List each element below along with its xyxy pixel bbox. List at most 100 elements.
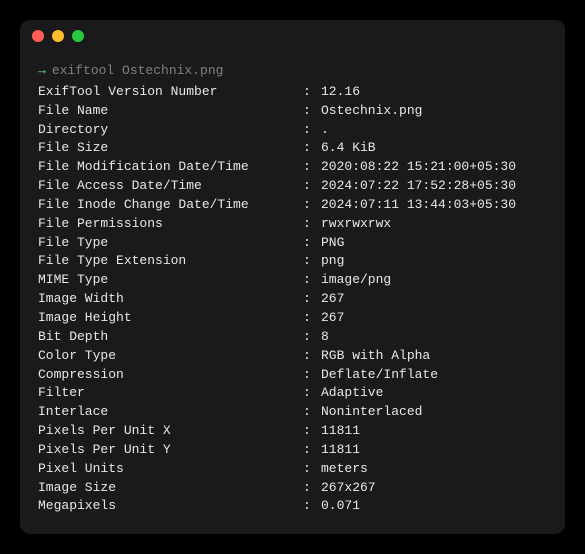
colon-separator: : xyxy=(303,479,321,498)
metadata-label: File Inode Change Date/Time xyxy=(38,196,303,215)
output-row: Filter: Adaptive xyxy=(38,384,547,403)
metadata-value: 8 xyxy=(321,328,547,347)
colon-separator: : xyxy=(303,196,321,215)
metadata-label: File Type xyxy=(38,234,303,253)
metadata-label: Image Height xyxy=(38,309,303,328)
metadata-label: Pixels Per Unit X xyxy=(38,422,303,441)
metadata-label: Image Width xyxy=(38,290,303,309)
colon-separator: : xyxy=(303,460,321,479)
metadata-label: File Type Extension xyxy=(38,252,303,271)
output-row: Pixels Per Unit Y: 11811 xyxy=(38,441,547,460)
output-row: Megapixels: 0.071 xyxy=(38,497,547,516)
colon-separator: : xyxy=(303,177,321,196)
colon-separator: : xyxy=(303,497,321,516)
metadata-label: Compression xyxy=(38,366,303,385)
metadata-label: MIME Type xyxy=(38,271,303,290)
titlebar xyxy=(20,20,565,52)
metadata-label: Directory xyxy=(38,121,303,140)
output-container: ExifTool Version Number: 12.16File Name:… xyxy=(38,83,547,516)
metadata-value: 267x267 xyxy=(321,479,547,498)
metadata-label: Pixel Units xyxy=(38,460,303,479)
metadata-value: 12.16 xyxy=(321,83,547,102)
colon-separator: : xyxy=(303,271,321,290)
metadata-label: File Size xyxy=(38,139,303,158)
colon-separator: : xyxy=(303,422,321,441)
colon-separator: : xyxy=(303,366,321,385)
minimize-icon[interactable] xyxy=(52,30,64,42)
colon-separator: : xyxy=(303,215,321,234)
output-row: Compression: Deflate/Inflate xyxy=(38,366,547,385)
metadata-value: Adaptive xyxy=(321,384,547,403)
colon-separator: : xyxy=(303,347,321,366)
metadata-label: File Access Date/Time xyxy=(38,177,303,196)
metadata-value: 0.071 xyxy=(321,497,547,516)
output-row: File Modification Date/Time: 2020:08:22 … xyxy=(38,158,547,177)
colon-separator: : xyxy=(303,234,321,253)
metadata-value: . xyxy=(321,121,547,140)
metadata-value: image/png xyxy=(321,271,547,290)
metadata-value: 11811 xyxy=(321,441,547,460)
metadata-value: PNG xyxy=(321,234,547,253)
metadata-label: File Modification Date/Time xyxy=(38,158,303,177)
metadata-value: Noninterlaced xyxy=(321,403,547,422)
metadata-value: 267 xyxy=(321,309,547,328)
output-row: Image Width: 267 xyxy=(38,290,547,309)
output-row: ExifTool Version Number: 12.16 xyxy=(38,83,547,102)
metadata-value: 2020:08:22 15:21:00+05:30 xyxy=(321,158,547,177)
metadata-label: File Name xyxy=(38,102,303,121)
metadata-label: Pixels Per Unit Y xyxy=(38,441,303,460)
terminal-body[interactable]: → exiftool Ostechnix.png ExifTool Versio… xyxy=(20,52,565,534)
colon-separator: : xyxy=(303,290,321,309)
output-row: File Type: PNG xyxy=(38,234,547,253)
output-row: Color Type: RGB with Alpha xyxy=(38,347,547,366)
metadata-label: Megapixels xyxy=(38,497,303,516)
metadata-label: Filter xyxy=(38,384,303,403)
terminal-window: → exiftool Ostechnix.png ExifTool Versio… xyxy=(20,20,565,534)
colon-separator: : xyxy=(303,139,321,158)
metadata-label: Bit Depth xyxy=(38,328,303,347)
output-row: MIME Type: image/png xyxy=(38,271,547,290)
metadata-value: RGB with Alpha xyxy=(321,347,547,366)
metadata-value: png xyxy=(321,252,547,271)
metadata-label: Color Type xyxy=(38,347,303,366)
colon-separator: : xyxy=(303,441,321,460)
maximize-icon[interactable] xyxy=(72,30,84,42)
metadata-value: rwxrwxrwx xyxy=(321,215,547,234)
output-row: Bit Depth: 8 xyxy=(38,328,547,347)
prompt-line: → exiftool Ostechnix.png xyxy=(38,62,547,81)
output-row: Interlace: Noninterlaced xyxy=(38,403,547,422)
output-row: Directory: . xyxy=(38,121,547,140)
metadata-value: meters xyxy=(321,460,547,479)
output-row: File Permissions: rwxrwxrwx xyxy=(38,215,547,234)
colon-separator: : xyxy=(303,102,321,121)
close-icon[interactable] xyxy=(32,30,44,42)
output-row: Pixels Per Unit X: 11811 xyxy=(38,422,547,441)
metadata-label: File Permissions xyxy=(38,215,303,234)
output-row: File Size: 6.4 KiB xyxy=(38,139,547,158)
metadata-value: 11811 xyxy=(321,422,547,441)
colon-separator: : xyxy=(303,328,321,347)
colon-separator: : xyxy=(303,121,321,140)
colon-separator: : xyxy=(303,83,321,102)
output-row: File Name: Ostechnix.png xyxy=(38,102,547,121)
metadata-label: Image Size xyxy=(38,479,303,498)
command-text: exiftool Ostechnix.png xyxy=(52,62,224,81)
metadata-value: Ostechnix.png xyxy=(321,102,547,121)
colon-separator: : xyxy=(303,384,321,403)
colon-separator: : xyxy=(303,403,321,422)
colon-separator: : xyxy=(303,252,321,271)
colon-separator: : xyxy=(303,158,321,177)
metadata-value: 267 xyxy=(321,290,547,309)
output-row: File Inode Change Date/Time: 2024:07:11 … xyxy=(38,196,547,215)
metadata-value: 2024:07:22 17:52:28+05:30 xyxy=(321,177,547,196)
colon-separator: : xyxy=(303,309,321,328)
metadata-value: 2024:07:11 13:44:03+05:30 xyxy=(321,196,547,215)
output-row: Image Height: 267 xyxy=(38,309,547,328)
prompt-arrow-icon: → xyxy=(38,62,46,81)
output-row: Image Size: 267x267 xyxy=(38,479,547,498)
metadata-label: ExifTool Version Number xyxy=(38,83,303,102)
output-row: File Access Date/Time: 2024:07:22 17:52:… xyxy=(38,177,547,196)
metadata-value: Deflate/Inflate xyxy=(321,366,547,385)
output-row: File Type Extension: png xyxy=(38,252,547,271)
output-row: Pixel Units: meters xyxy=(38,460,547,479)
